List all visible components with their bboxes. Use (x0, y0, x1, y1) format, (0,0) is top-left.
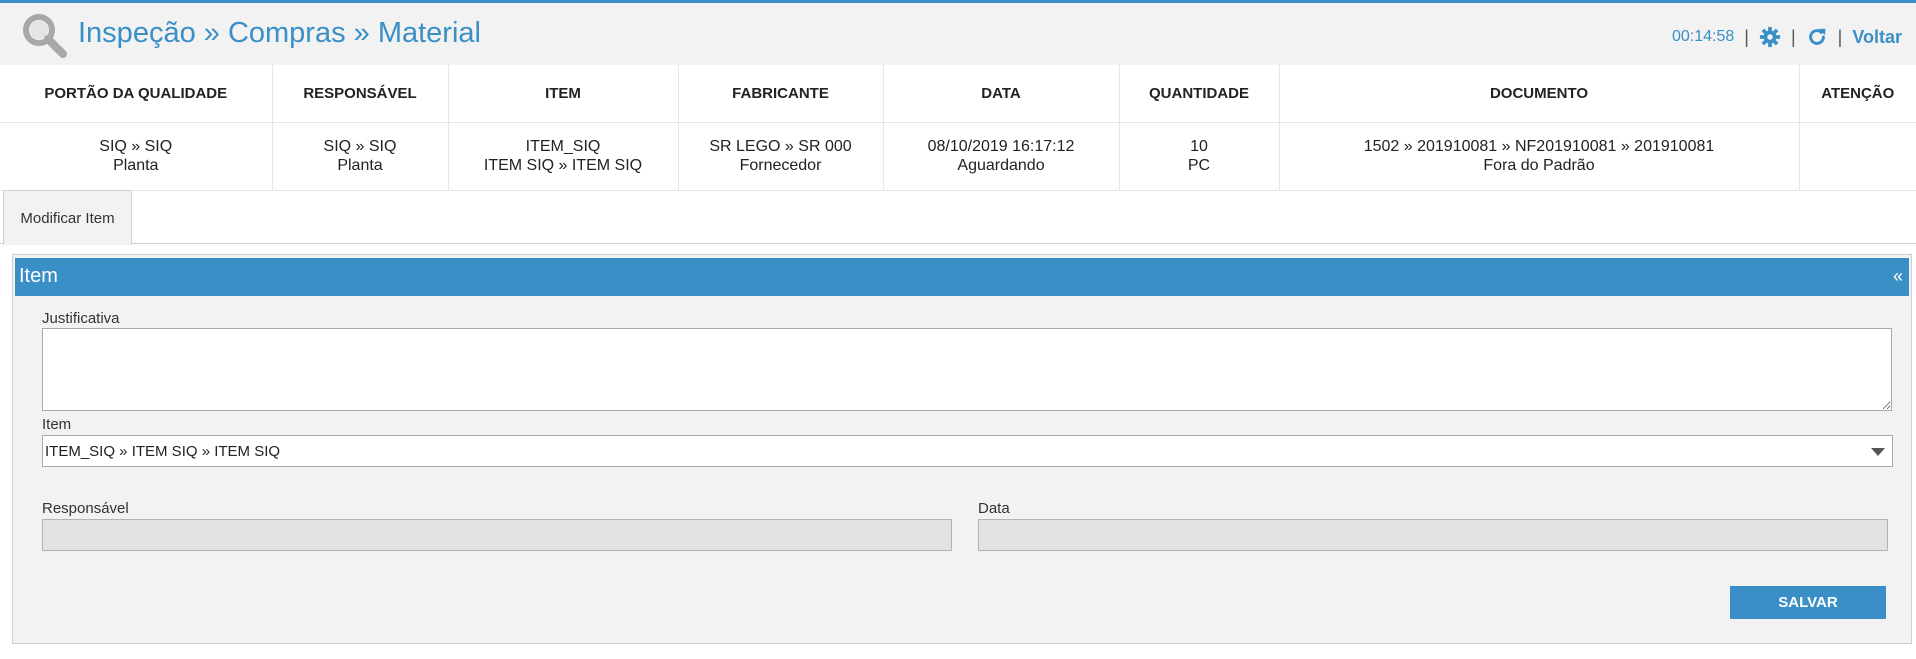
cell-attention (1799, 122, 1916, 191)
item-select-value: ITEM_SIQ » ITEM SIQ » ITEM SIQ (45, 443, 281, 460)
tab-modificar-item[interactable]: Modificar Item (3, 190, 132, 245)
cell-date: 08/10/2019 16:17:12 Aguardando (883, 122, 1120, 191)
panel-header: Item « (15, 258, 1909, 296)
table-row: SIQ » SIQ Planta SIQ » SIQ Planta ITEM_SIQ… (0, 122, 1916, 191)
column-header: DATA (883, 65, 1120, 123)
cell-item: ITEM_SIQ ITEM SIQ » ITEM SIQ (448, 122, 679, 191)
gear-icon[interactable] (1759, 26, 1781, 48)
cell-quantity: 10 PC (1119, 122, 1280, 191)
search-icon (23, 14, 67, 58)
data-field[interactable] (978, 519, 1888, 551)
session-timer: 00:14:58 (1671, 28, 1735, 45)
column-header: RESPONSÁVEL (272, 65, 449, 123)
separator: | (1744, 26, 1749, 47)
column-header: DOCUMENTO (1279, 65, 1800, 123)
column-header: ATENÇÃO (1799, 65, 1916, 123)
cell-document: 1502 » 201910081 » NF201910081 » 2019100… (1279, 122, 1800, 191)
item-select[interactable]: ITEM_SIQ » ITEM SIQ » ITEM SIQ (42, 435, 1893, 467)
data-label: Data (978, 500, 1010, 517)
column-header: FABRICANTE (678, 65, 884, 123)
header-actions: 00:14:58 | | | Voltar (1672, 23, 1902, 51)
page-header: Inspeção » Compras » Material 00:14:58 |… (0, 3, 1916, 65)
refresh-icon[interactable] (1806, 26, 1828, 48)
separator: | (1837, 26, 1843, 47)
inspection-summary-table: PORTÃO DA QUALIDADE RESPONSÁVEL ITEM FAB… (0, 65, 1916, 191)
page-title: Inspeção » Compras » Material (78, 17, 481, 49)
table-header-row: PORTÃO DA QUALIDADE RESPONSÁVEL ITEM FAB… (0, 65, 1916, 123)
column-header: PORTÃO DA QUALIDADE (0, 65, 273, 123)
cell-quality-gate: SIQ » SIQ Planta (0, 122, 273, 191)
back-link[interactable]: Voltar (1852, 27, 1902, 48)
column-header: ITEM (448, 65, 679, 123)
item-panel: Item « Justificativa Item ITEM_SIQ » ITE… (12, 254, 1912, 644)
justificativa-textarea[interactable] (42, 328, 1892, 411)
responsavel-label: Responsável (42, 500, 129, 517)
cell-responsible: SIQ » SIQ Planta (272, 122, 449, 191)
chevron-down-icon (1871, 448, 1885, 456)
justificativa-label: Justificativa (42, 310, 120, 327)
cell-manufacturer: SR LEGO » SR 000 Fornecedor (678, 122, 884, 191)
save-button[interactable]: SALVAR (1730, 586, 1886, 619)
tabs-bar: Modificar Item (0, 190, 1916, 245)
responsavel-field[interactable] (42, 519, 952, 551)
item-label: Item (42, 416, 72, 433)
column-header: QUANTIDADE (1119, 65, 1280, 123)
separator: | (1790, 26, 1796, 47)
collapse-icon[interactable]: « (1893, 266, 1903, 287)
panel-title: Item (19, 265, 58, 287)
